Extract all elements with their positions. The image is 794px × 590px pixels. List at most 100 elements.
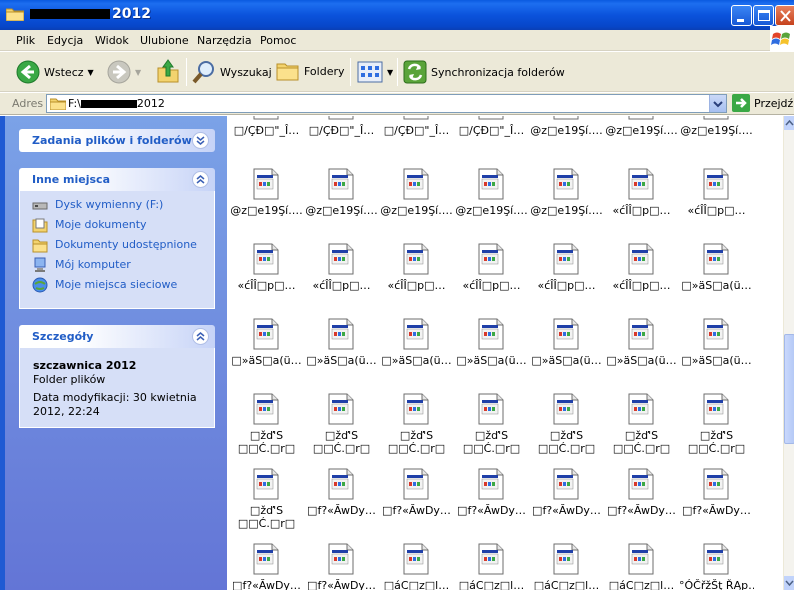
menu-pomoc[interactable]: Pomoc [260,34,296,47]
place-shared-documents[interactable]: Dokumenty udostępnione [20,235,214,255]
forward-button[interactable]: ▼ [107,60,141,84]
file-item[interactable]: □f?«ĂwDy… [229,543,304,590]
up-folder-button[interactable] [156,58,180,84]
back-button[interactable]: Wstecz ▼ [16,60,94,84]
file-item[interactable]: @z□e19Şí.… [529,168,604,243]
file-item[interactable]: □»äS□a(ü… [679,318,754,393]
details-header[interactable]: Szczegóły [19,325,215,348]
scroll-up-button[interactable] [784,116,794,130]
file-item[interactable]: □f?«ĂwDy… [529,468,604,543]
file-name: □»äS□a(ü… [606,354,677,367]
file-item[interactable]: □f?«ĂwDy… [304,468,379,543]
file-item[interactable]: □áC□z□l… [604,543,679,590]
file-item[interactable]: □žď'S □□Ć.□r□ [304,393,379,468]
file-item[interactable]: □f?«ĂwDy… [604,468,679,543]
menu-narzedzia[interactable]: Narzędzia [197,34,252,47]
file-list[interactable]: □/ÇĐ□"_Î… □/ÇĐ□"_Î… □/ÇĐ□"_Î… □/ÇĐ□"_Î… … [227,116,783,590]
file-item[interactable]: «ćÎÎ□p□… [304,243,379,318]
file-item[interactable]: @z□e19Şí.… [454,168,529,243]
menu-plik[interactable]: Plik [16,34,35,47]
file-name: @z□e19Şí.… [305,204,378,217]
scroll-thumb[interactable] [784,334,794,444]
file-item[interactable]: «ćÎÎ□p□… [529,243,604,318]
file-item[interactable]: □áC□z□l… [529,543,604,590]
file-item[interactable]: □žď'S □□Ć.□r□ [229,468,304,543]
folders-button[interactable]: Foldery [276,60,345,82]
file-item[interactable]: □»äS□a(ü… [379,318,454,393]
file-item[interactable]: □»äS□a(ü… [529,318,604,393]
document-file-icon [478,168,504,200]
file-item[interactable]: □žď'S □□Ć.□r□ [379,393,454,468]
file-item[interactable]: □/ÇĐ□"_Î… [304,116,379,163]
file-item[interactable]: □/ÇĐ□"_Î… [229,116,304,163]
menu-ulubione[interactable]: Ulubione [140,34,189,47]
file-item[interactable]: °ÓČřžŠţ ŘĄp… [679,543,754,590]
file-name: «ćÎÎ□p□… [687,204,746,217]
file-item[interactable]: □žď'S □□Ć.□r□ [454,393,529,468]
vertical-scrollbar[interactable] [783,116,794,590]
place-network-places[interactable]: Moje miejsca sieciowe [20,275,214,295]
file-item[interactable]: @z□e19Şí.… [304,168,379,243]
tasks-panel-header[interactable]: Zadania plików i folderów [19,129,215,152]
place-my-documents[interactable]: Moje dokumenty [20,215,214,235]
other-places-header[interactable]: Inne miejsca [19,168,215,191]
minimize-button[interactable] [731,5,752,26]
place-my-computer[interactable]: Mój komputer [20,255,214,275]
file-item[interactable]: @z□e19Şí.… [529,116,604,163]
file-name: □»äS□a(ü… [681,354,752,367]
file-item[interactable]: □f?«ĂwDy… [304,543,379,590]
file-item[interactable]: □žď'S □□Ć.□r□ [529,393,604,468]
file-item[interactable]: □áC□z□l… [454,543,529,590]
file-item[interactable]: @z□e19Şí.… [379,168,454,243]
file-item[interactable]: □f?«ĂwDy… [454,468,529,543]
file-item[interactable]: «ćÎÎ□p□… [679,168,754,243]
close-button[interactable] [775,5,794,26]
sync-folders-button[interactable]: Synchronizacja folderów [403,60,565,84]
forward-dropdown-icon: ▼ [135,67,142,77]
redacted-block [30,9,110,19]
file-item[interactable]: □žď'S □□Ć.□r□ [229,393,304,468]
views-button[interactable]: ▼ [357,61,393,83]
file-item[interactable]: «ćÎÎ□p□… [454,243,529,318]
document-file-icon [628,543,654,575]
file-item[interactable]: □/ÇĐ□"_Î… [454,116,529,163]
collapse-button[interactable] [192,171,209,188]
address-dropdown-button[interactable] [709,95,726,112]
file-item[interactable]: □»äS□a(ü… [304,318,379,393]
file-item[interactable]: □áC□z□l… [379,543,454,590]
file-item[interactable]: □»äS□a(ü… [604,318,679,393]
place-removable-drive[interactable]: Dysk wymienny (F:) [20,195,214,215]
file-item[interactable]: @z□e19Şí.… [604,116,679,163]
document-file-icon [628,243,654,275]
file-name: □f?«ĂwDy… [607,504,676,517]
scroll-down-button[interactable] [784,576,794,590]
menu-edycja[interactable]: Edycja [47,34,83,47]
file-item[interactable]: □»äS□a(ü… [679,243,754,318]
file-item[interactable]: @z□e19Şí.… [679,116,754,163]
file-name: □áC□z□l… [533,579,600,590]
file-item[interactable]: □»äS□a(ü… [454,318,529,393]
go-arrow-icon [732,94,750,112]
file-name: □»äS□a(ü… [681,279,752,292]
file-item[interactable]: «ćÎÎ□p□… [604,243,679,318]
file-item[interactable]: «ćÎÎ□p□… [379,243,454,318]
go-button[interactable]: Przejdź [732,94,793,112]
file-item[interactable]: «ćÎÎ□p□… [604,168,679,243]
file-item[interactable]: @z□e19Şí.… [229,168,304,243]
expand-button[interactable] [192,132,209,149]
file-item[interactable]: □/ÇĐ□"_Î… [379,116,454,163]
collapse-button[interactable] [192,328,209,345]
file-item[interactable]: □f?«ĂwDy… [379,468,454,543]
file-item[interactable]: □f?«ĂwDy… [679,468,754,543]
back-dropdown-icon[interactable]: ▼ [88,68,94,77]
file-item[interactable]: «ćÎÎ□p□… [229,243,304,318]
file-item[interactable]: □»äS□a(ü… [229,318,304,393]
menu-widok[interactable]: Widok [95,34,129,47]
address-input[interactable]: F:\ 2012 [46,94,727,113]
search-button[interactable]: Wyszukaj [192,60,272,84]
file-item[interactable]: □žď'S □□Ć.□r□ [679,393,754,468]
file-item[interactable]: □žď'S □□Ć.□r□ [604,393,679,468]
maximize-button[interactable] [753,5,774,26]
file-name: □»äS□a(ü… [456,354,527,367]
views-dropdown-icon[interactable]: ▼ [387,68,393,77]
